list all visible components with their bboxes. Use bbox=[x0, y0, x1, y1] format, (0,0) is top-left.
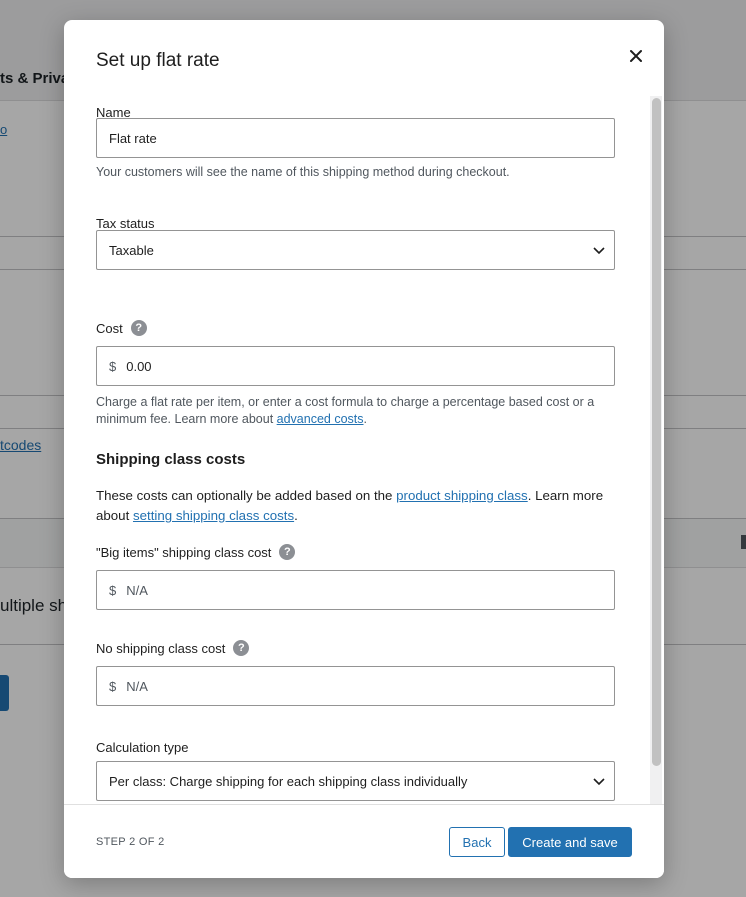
modal-title: Set up flat rate bbox=[96, 50, 220, 71]
calculation-type-label: Calculation type bbox=[96, 740, 189, 755]
cost-help-after: . bbox=[363, 412, 367, 426]
create-and-save-button[interactable]: Create and save bbox=[508, 827, 632, 857]
tax-status-select[interactable]: Taxable bbox=[96, 230, 615, 270]
scrollbar-thumb[interactable] bbox=[652, 98, 661, 766]
tax-status-selected: Taxable bbox=[109, 242, 154, 258]
name-input-value: Flat rate bbox=[109, 130, 157, 146]
cost-input[interactable]: $ 0.00 bbox=[96, 346, 615, 386]
tax-status-label: Tax status bbox=[96, 216, 155, 231]
no-class-cost-label: No shipping class cost ? bbox=[96, 640, 250, 656]
help-icon[interactable]: ? bbox=[279, 544, 296, 560]
chevron-down-icon bbox=[593, 247, 605, 255]
currency-prefix: $ bbox=[109, 678, 117, 694]
setting-shipping-class-costs-link[interactable]: setting shipping class costs bbox=[133, 508, 294, 523]
back-button[interactable]: Back bbox=[449, 827, 505, 857]
big-items-cost-label: "Big items" shipping class cost ? bbox=[96, 544, 296, 560]
currency-prefix: $ bbox=[109, 358, 117, 374]
modal-body[interactable]: Name Flat rate Your customers will see t… bbox=[64, 92, 664, 804]
product-shipping-class-link[interactable]: product shipping class bbox=[396, 488, 528, 503]
flat-rate-modal: Set up flat rate Name Flat rate Your cus… bbox=[64, 20, 664, 878]
calculation-type-selected: Per class: Charge shipping for each ship… bbox=[109, 773, 468, 789]
help-icon[interactable]: ? bbox=[130, 320, 147, 336]
big-items-cost-label-text: "Big items" shipping class cost bbox=[96, 544, 272, 560]
cost-input-value: 0.00 bbox=[126, 358, 152, 374]
close-button[interactable] bbox=[624, 44, 648, 68]
big-items-cost-placeholder: N/A bbox=[126, 582, 148, 598]
intro-after: . bbox=[294, 508, 298, 523]
no-class-cost-placeholder: N/A bbox=[126, 678, 148, 694]
shipping-class-costs-heading: Shipping class costs bbox=[96, 451, 246, 468]
name-help-text: Your customers will see the name of this… bbox=[96, 165, 510, 179]
cost-label-text: Cost bbox=[96, 320, 123, 336]
name-input[interactable]: Flat rate bbox=[96, 118, 615, 158]
currency-prefix: $ bbox=[109, 582, 117, 598]
no-class-cost-input[interactable]: $ N/A bbox=[96, 666, 615, 706]
close-icon bbox=[630, 50, 642, 62]
modal-footer: STEP 2 OF 2 Back Create and save bbox=[64, 804, 664, 878]
intro-before: These costs can optionally be added base… bbox=[96, 488, 397, 503]
cost-label: Cost ? bbox=[96, 320, 147, 336]
advanced-costs-link[interactable]: advanced costs bbox=[277, 412, 364, 426]
shipping-class-costs-intro: These costs can optionally be added base… bbox=[96, 486, 626, 526]
step-indicator: STEP 2 OF 2 bbox=[96, 836, 165, 848]
no-class-cost-label-text: No shipping class cost bbox=[96, 640, 226, 656]
cost-help-text: Charge a flat rate per item, or enter a … bbox=[96, 394, 616, 428]
calculation-type-select[interactable]: Per class: Charge shipping for each ship… bbox=[96, 761, 615, 801]
help-icon[interactable]: ? bbox=[233, 640, 250, 656]
chevron-down-icon bbox=[593, 778, 605, 786]
big-items-cost-input[interactable]: $ N/A bbox=[96, 570, 615, 610]
